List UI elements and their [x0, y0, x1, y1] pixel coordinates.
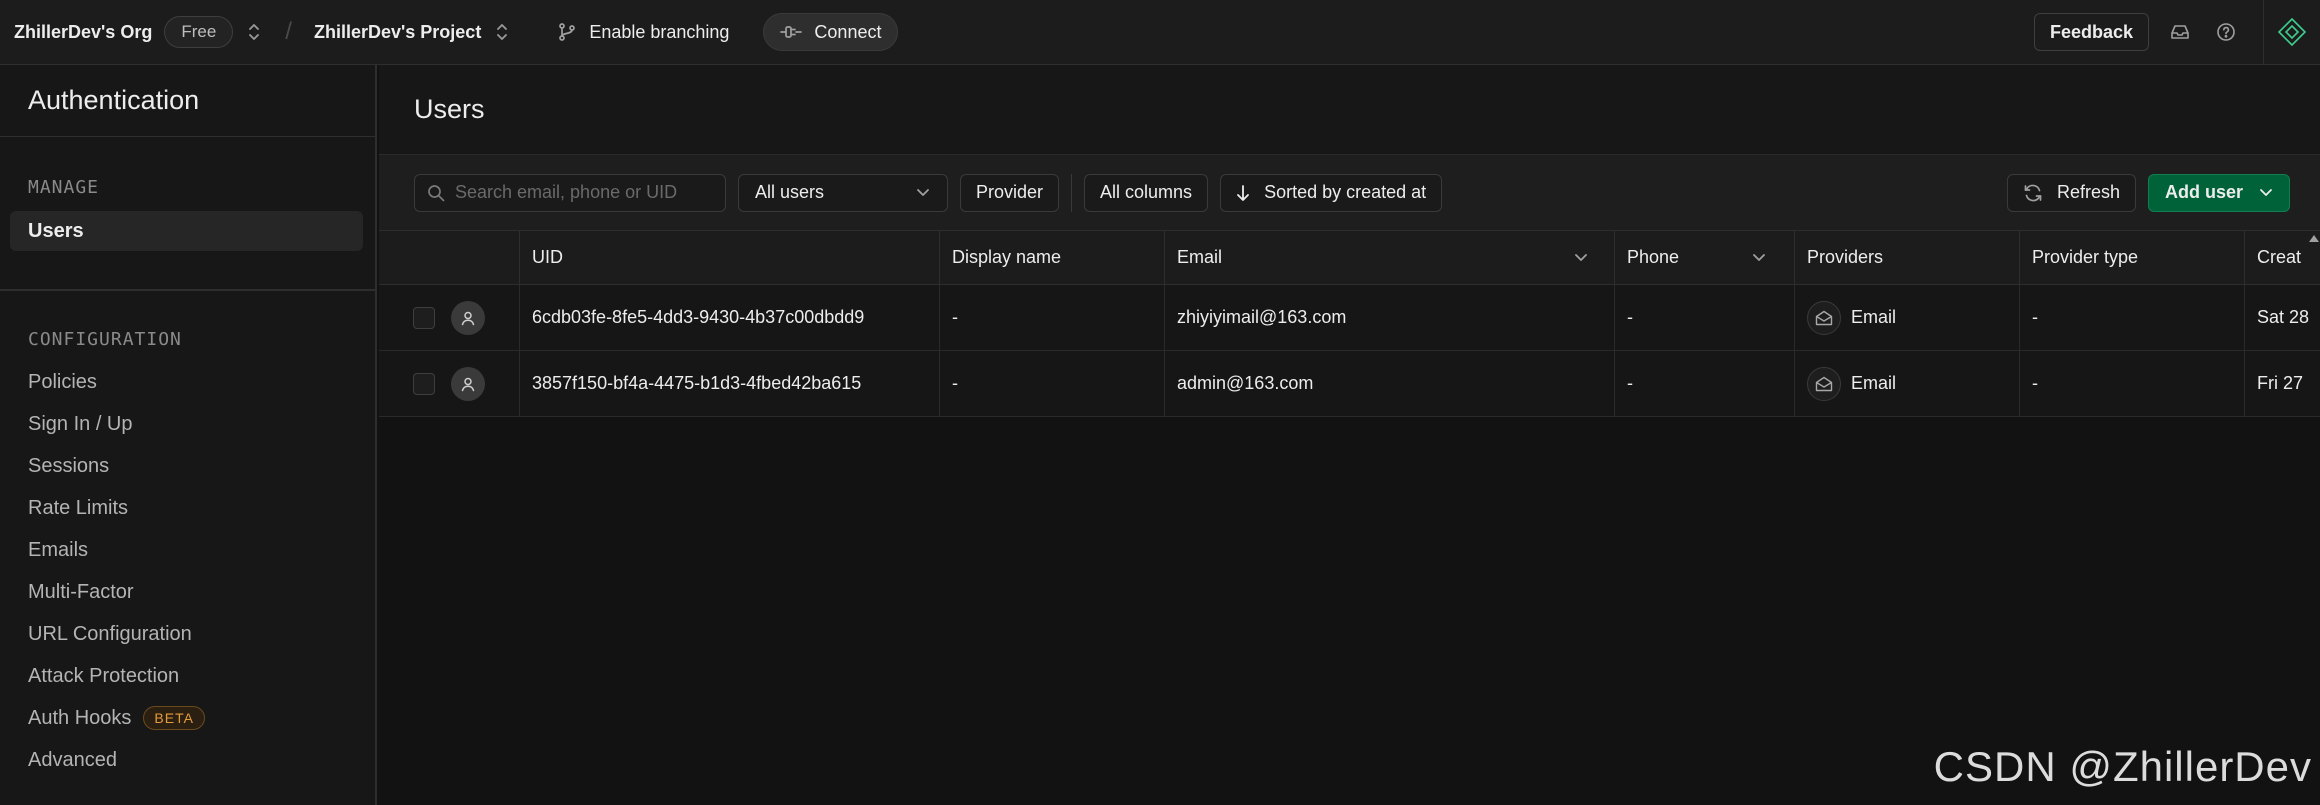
user-avatar-icon: [451, 300, 485, 335]
sidebar-item-rate-limits[interactable]: Rate Limits: [0, 487, 375, 529]
column-header-phone[interactable]: Phone: [1615, 231, 1795, 284]
sidebar-item-auth-hooks[interactable]: Auth Hooks BETA: [0, 697, 375, 739]
cell-created: Sat 28: [2257, 307, 2310, 327]
users-table: UID Display name Email Phone Providers P…: [379, 231, 2320, 417]
topbar-left: ZhillerDev's Org Free / ZhillerDev's Pro…: [0, 0, 2034, 64]
sidebar-item-sessions[interactable]: Sessions: [0, 445, 375, 487]
sidebar-item-sign-in-up[interactable]: Sign In / Up: [0, 403, 375, 445]
sidebar-item-advanced[interactable]: Advanced: [0, 739, 375, 781]
refresh-label: Refresh: [2056, 182, 2120, 202]
sidebar-item-users[interactable]: Users: [10, 211, 363, 251]
sidebar-title: Authentication: [0, 65, 375, 137]
refresh-icon: [2023, 183, 2043, 203]
org-name[interactable]: ZhillerDev's Org: [14, 22, 152, 43]
chevron-down-icon: [2259, 188, 2273, 198]
enable-branching-button[interactable]: Enable branching: [557, 22, 729, 43]
manage-section: MANAGE Users: [0, 137, 375, 251]
org-switcher-icon[interactable]: [247, 22, 261, 42]
chevron-down-icon[interactable]: [1752, 253, 1766, 263]
feedback-button[interactable]: Feedback: [2033, 13, 2149, 51]
cell-provider-type: -: [2020, 285, 2245, 350]
arrow-down-icon: [1236, 184, 1250, 202]
manage-heading: MANAGE: [28, 177, 100, 198]
refresh-button[interactable]: Refresh: [2006, 173, 2136, 212]
table-row[interactable]: 6cdb03fe-8fe5-4dd3-9430-4b37c00dbdd9 - z…: [379, 285, 2320, 351]
sort-label: Sorted by created at: [1264, 182, 1427, 202]
cell-email: admin@163.com: [1165, 351, 1615, 416]
cell-display-name: -: [940, 285, 1165, 350]
sidebar-item-attack-protection[interactable]: Attack Protection: [0, 655, 375, 697]
chevron-down-icon[interactable]: [1574, 253, 1588, 263]
plug-icon: [780, 24, 803, 40]
breadcrumb-separator: /: [285, 18, 292, 45]
provider-label: Email: [1851, 307, 1897, 327]
git-branch-icon: [557, 22, 577, 42]
cell-phone: -: [1615, 351, 1795, 416]
cell-uid: 3857f150-bf4a-4475-b1d3-4fbed42ba615: [520, 351, 940, 416]
watermark: CSDN @ZhillerDev: [1933, 743, 2312, 790]
cell-providers: Email: [1795, 285, 2020, 350]
user-filter-select[interactable]: All users: [738, 173, 948, 212]
select-column-header: [379, 231, 520, 284]
cell-display-name: -: [940, 351, 1165, 416]
page-title: Users: [379, 65, 2320, 155]
cell-phone: -: [1615, 285, 1795, 350]
user-filter-value: All users: [755, 182, 825, 202]
sidebar-item-multi-factor[interactable]: Multi-Factor: [0, 571, 375, 613]
row-checkbox[interactable]: [413, 306, 435, 329]
row-checkbox[interactable]: [413, 372, 435, 395]
sidebar-item-policies[interactable]: Policies: [0, 361, 375, 403]
sidebar-item-url-configuration[interactable]: URL Configuration: [0, 613, 375, 655]
plan-badge: Free: [164, 16, 234, 48]
scroll-up-arrow-icon[interactable]: [2308, 233, 2320, 253]
sidebar-item-emails[interactable]: Emails: [0, 529, 375, 571]
auth-sidebar: Authentication MANAGE Users CONFIGURATIO…: [0, 65, 377, 805]
add-user-label: Add user: [2164, 182, 2243, 202]
connect-label: Connect: [814, 21, 882, 42]
envelope-open-icon: [1807, 366, 1841, 401]
sidebar-item-label: Auth Hooks: [28, 706, 132, 729]
users-toolbar: All users Provider All columns Sorted by…: [379, 155, 2320, 231]
cell-email: zhiyiyimail@163.com: [1165, 285, 1615, 350]
enable-branching-label: Enable branching: [589, 21, 730, 42]
inbox-icon[interactable]: [2157, 23, 2203, 41]
cell-uid: 6cdb03fe-8fe5-4dd3-9430-4b37c00dbdd9: [520, 285, 940, 350]
table-header: UID Display name Email Phone Providers P…: [379, 231, 2320, 285]
cell-providers: Email: [1795, 351, 2020, 416]
all-columns-button[interactable]: All columns: [1084, 173, 1209, 212]
main-content: Users All users Provider All columns Sor…: [379, 65, 2320, 805]
project-name[interactable]: ZhillerDev's Project: [314, 22, 481, 43]
cell-created: Fri 27: [2257, 373, 2304, 393]
table-row[interactable]: 3857f150-bf4a-4475-b1d3-4fbed42ba615 - a…: [379, 351, 2320, 417]
chevron-down-icon: [915, 188, 931, 198]
column-header-email[interactable]: Email: [1165, 231, 1615, 284]
diamond-logo-icon[interactable]: [2264, 17, 2320, 47]
topbar-right: Feedback: [2033, 0, 2320, 65]
connect-button[interactable]: Connect: [763, 13, 899, 51]
envelope-open-icon: [1807, 300, 1841, 335]
add-user-button[interactable]: Add user: [2147, 173, 2290, 212]
provider-filter-button[interactable]: Provider: [960, 173, 1060, 212]
help-icon[interactable]: [2203, 22, 2249, 42]
search-input[interactable]: [455, 182, 715, 203]
column-header-providers[interactable]: Providers: [1795, 231, 2020, 284]
top-navigation-bar: ZhillerDev's Org Free / ZhillerDev's Pro…: [0, 0, 2320, 65]
search-icon: [427, 184, 445, 202]
column-header-display-name[interactable]: Display name: [940, 231, 1165, 284]
sort-button[interactable]: Sorted by created at: [1220, 173, 1443, 212]
search-box[interactable]: [414, 173, 726, 212]
configuration-heading: CONFIGURATION: [28, 329, 182, 350]
configuration-section: CONFIGURATION Policies Sign In / Up Sess…: [0, 291, 375, 781]
cell-provider-type: -: [2020, 351, 2245, 416]
provider-label: Email: [1851, 373, 1897, 393]
project-switcher-icon[interactable]: [495, 22, 509, 42]
beta-badge: BETA: [143, 706, 205, 730]
column-header-uid[interactable]: UID: [520, 231, 940, 284]
user-avatar-icon: [451, 366, 485, 401]
column-header-provider-type[interactable]: Provider type: [2020, 231, 2245, 284]
